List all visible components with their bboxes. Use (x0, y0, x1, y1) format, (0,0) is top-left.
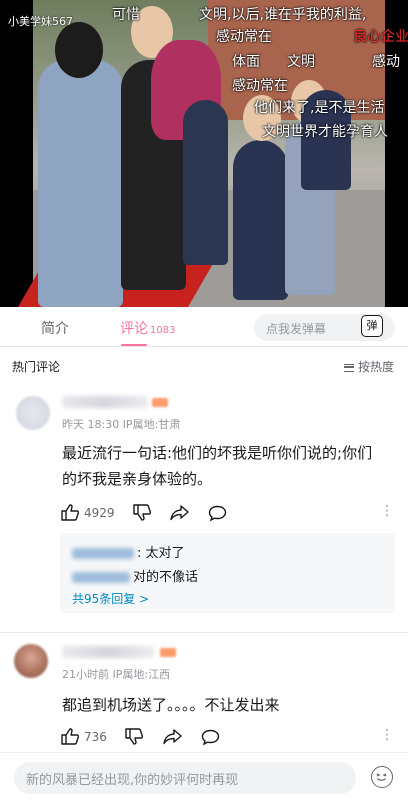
reply-text: 对的不像话 (133, 570, 199, 585)
comment-text: 都追到机场送了。。。。不让发出来 (62, 692, 398, 718)
reply-preview[interactable]: : 太对了 对的不像话 共95条回复 > (60, 533, 395, 613)
bottom-comment-bar: 新的风暴已经出现,你的妙评何时再现 (0, 752, 408, 800)
avatar[interactable] (16, 396, 50, 430)
danmaku-item: 感动常在 (232, 78, 288, 94)
video-player[interactable]: 小美学妹567 可惜 文明,以后,谁在乎我的利益, 感动常在 良心企业 体面 文… (0, 0, 408, 307)
share-icon[interactable] (170, 505, 189, 521)
danmaku-item: 他们来了,是不是生活 (254, 100, 385, 116)
tab-comments-label: 评论 (120, 321, 148, 337)
like-icon[interactable] (61, 504, 79, 521)
like-icon[interactable] (61, 728, 79, 745)
level-badge (160, 648, 176, 657)
danmaku-item: 可惜 (112, 7, 140, 23)
reply-icon[interactable] (208, 505, 227, 522)
sort-label: 按热度 (357, 360, 394, 374)
comment-text-line: 的坏我是亲身体验的。 (62, 470, 213, 488)
like-count: 736 (84, 730, 107, 744)
reply-item: : 太对了 (72, 542, 185, 561)
danmaku-item: 体面 (232, 54, 260, 70)
person-left-head (55, 22, 103, 78)
avatar[interactable] (14, 644, 48, 678)
danmaku-item: 良心企业 (353, 29, 408, 45)
hot-comments-title: 热门评论 (12, 360, 61, 374)
more-options-icon[interactable]: ⋮ (380, 503, 394, 519)
danmaku-item: 文明 (287, 54, 315, 70)
comment-text-line: 都追到机场送了。。。。不让发出来 (62, 696, 280, 714)
reply-text: : 太对了 (137, 546, 185, 561)
comment-divider (0, 632, 408, 633)
dislike-icon[interactable] (133, 504, 151, 521)
tab-comments[interactable]: 评论 1083 (120, 318, 175, 338)
danmaku-item: 文明世界才能孕育人 (262, 124, 388, 140)
comment-text-line: 最近流行一句话:他们的坏我是听你们说的;你们 (62, 444, 373, 462)
dislike-icon[interactable] (125, 728, 143, 745)
tab-comments-count: 1083 (150, 325, 176, 336)
reply-item: 对的不像话 (72, 566, 198, 585)
share-icon[interactable] (163, 729, 182, 745)
comment-meta: 21小时前 IP属地:江西 (62, 668, 171, 681)
comment-input[interactable]: 新的风暴已经出现,你的妙评何时再现 (14, 762, 356, 794)
sort-button[interactable]: 按热度 (343, 358, 394, 375)
username[interactable] (62, 396, 148, 408)
reply-icon[interactable] (201, 729, 220, 746)
reply-username[interactable] (72, 572, 130, 583)
danmaku-item: 感动 (372, 54, 400, 70)
reply-username[interactable] (72, 548, 134, 559)
comment-meta: 昨天 18:30 IP属地:甘肃 (62, 418, 181, 431)
person-left (38, 60, 123, 307)
person-right-1 (233, 140, 288, 300)
level-badge (152, 398, 168, 407)
person-middle (183, 100, 228, 265)
danmaku-item: 文明,以后,谁在乎我的利益, (199, 7, 367, 23)
username[interactable] (62, 646, 154, 658)
video-watermark: 小美学妹567 (8, 15, 73, 28)
tab-intro[interactable]: 简介 (41, 318, 69, 338)
danmaku-toggle-button[interactable]: 弹 (361, 315, 383, 337)
view-all-replies-link[interactable]: 共95条回复 > (72, 590, 149, 607)
danmaku-item: 感动常在 (216, 29, 272, 45)
emoji-icon[interactable] (371, 766, 393, 788)
active-tab-indicator (121, 344, 147, 346)
comment-text: 最近流行一句话:他们的坏我是听你们说的;你们 的坏我是亲身体验的。 (62, 440, 398, 492)
video-frame (17, 0, 385, 307)
sort-icon (343, 363, 354, 372)
more-options-icon[interactable]: ⋮ (380, 727, 394, 743)
like-count: 4929 (84, 506, 115, 520)
